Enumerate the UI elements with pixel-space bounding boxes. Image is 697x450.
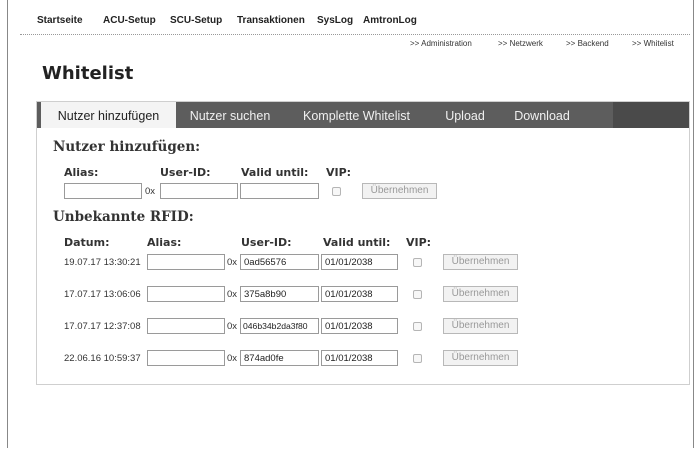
row-vip-checkbox[interactable] (413, 258, 422, 267)
nav-syslog[interactable]: SysLog (317, 15, 353, 26)
row-alias-input[interactable] (147, 286, 225, 302)
page-frame: Startseite ACU-Setup SCU-Setup Transakti… (7, 0, 694, 448)
row-userid-input[interactable] (240, 254, 319, 270)
page-title: Whitelist (42, 63, 134, 84)
top-navigation: Startseite ACU-Setup SCU-Setup Transakti… (20, 12, 690, 35)
row-hex-prefix: 0x (227, 353, 238, 364)
tab-nutzer-hinzufuegen[interactable]: Nutzer hinzufügen (41, 102, 176, 128)
unknown-rfid-heading: Unbekannte RFID: (53, 209, 194, 225)
row-alias-input[interactable] (147, 318, 225, 334)
hex-prefix: 0x (145, 186, 156, 197)
userid-input[interactable] (160, 183, 238, 199)
column-alias: Alias: (147, 236, 182, 249)
valid-until-input[interactable] (240, 183, 319, 199)
row-vip-checkbox[interactable] (413, 290, 422, 299)
row-date: 19.07.17 13:30:21 (64, 257, 141, 268)
row-submit-button[interactable]: Übernehmen (443, 254, 518, 270)
tab-upload[interactable]: Upload (435, 102, 495, 128)
userid-label: User-ID: (160, 166, 211, 179)
row-submit-button[interactable]: Übernehmen (443, 286, 518, 302)
row-vip-checkbox[interactable] (413, 354, 422, 363)
tab-bar: Nutzer hinzufügen Nutzer suchen Komplett… (37, 102, 689, 128)
row-date: 17.07.17 13:06:06 (64, 289, 141, 300)
nav-transaktionen[interactable]: Transaktionen (237, 15, 305, 26)
row-valid-until-input[interactable] (321, 254, 398, 270)
add-user-heading: Nutzer hinzufügen: (53, 139, 201, 155)
tab-bar-filler (613, 102, 689, 128)
column-userid: User-ID: (241, 236, 292, 249)
column-valid-until: Valid until: (323, 236, 391, 249)
row-valid-until-input[interactable] (321, 286, 398, 302)
nav-startseite[interactable]: Startseite (37, 15, 83, 26)
row-alias-input[interactable] (147, 350, 225, 366)
row-hex-prefix: 0x (227, 321, 238, 332)
row-hex-prefix: 0x (227, 257, 238, 268)
row-date: 17.07.17 12:37:08 (64, 321, 141, 332)
whitelist-panel: Nutzer hinzufügen Nutzer suchen Komplett… (36, 101, 690, 385)
alias-input[interactable] (64, 183, 142, 199)
subnav-netzwerk[interactable]: >> Netzwerk (498, 39, 543, 48)
row-userid-input[interactable] (240, 350, 319, 366)
valid-until-label: Valid until: (241, 166, 309, 179)
row-valid-until-input[interactable] (321, 318, 398, 334)
subnav-administration[interactable]: >> Administration (410, 39, 472, 48)
row-vip-checkbox[interactable] (413, 322, 422, 331)
row-hex-prefix: 0x (227, 289, 238, 300)
row-valid-until-input[interactable] (321, 350, 398, 366)
row-submit-button[interactable]: Übernehmen (443, 350, 518, 366)
column-datum: Datum: (64, 236, 110, 249)
subnav-whitelist[interactable]: >> Whitelist (632, 39, 674, 48)
tab-nutzer-suchen[interactable]: Nutzer suchen (180, 102, 280, 128)
alias-label: Alias: (64, 166, 99, 179)
row-submit-button[interactable]: Übernehmen (443, 318, 518, 334)
nav-acu-setup[interactable]: ACU-Setup (103, 15, 156, 26)
tab-komplette-whitelist[interactable]: Komplette Whitelist (289, 102, 424, 128)
row-userid-input[interactable] (240, 286, 319, 302)
nav-amtronlog[interactable]: AmtronLog (363, 15, 417, 26)
subnav-backend[interactable]: >> Backend (566, 39, 609, 48)
row-date: 22.06.16 10:59:37 (64, 353, 141, 364)
vip-label: VIP: (326, 166, 352, 179)
nav-scu-setup[interactable]: SCU-Setup (170, 15, 222, 26)
row-userid-input[interactable] (240, 318, 319, 334)
vip-checkbox[interactable] (332, 187, 341, 196)
tab-download[interactable]: Download (502, 102, 582, 128)
column-vip: VIP: (406, 236, 432, 249)
row-alias-input[interactable] (147, 254, 225, 270)
add-user-submit-button[interactable]: Übernehmen (362, 183, 437, 199)
